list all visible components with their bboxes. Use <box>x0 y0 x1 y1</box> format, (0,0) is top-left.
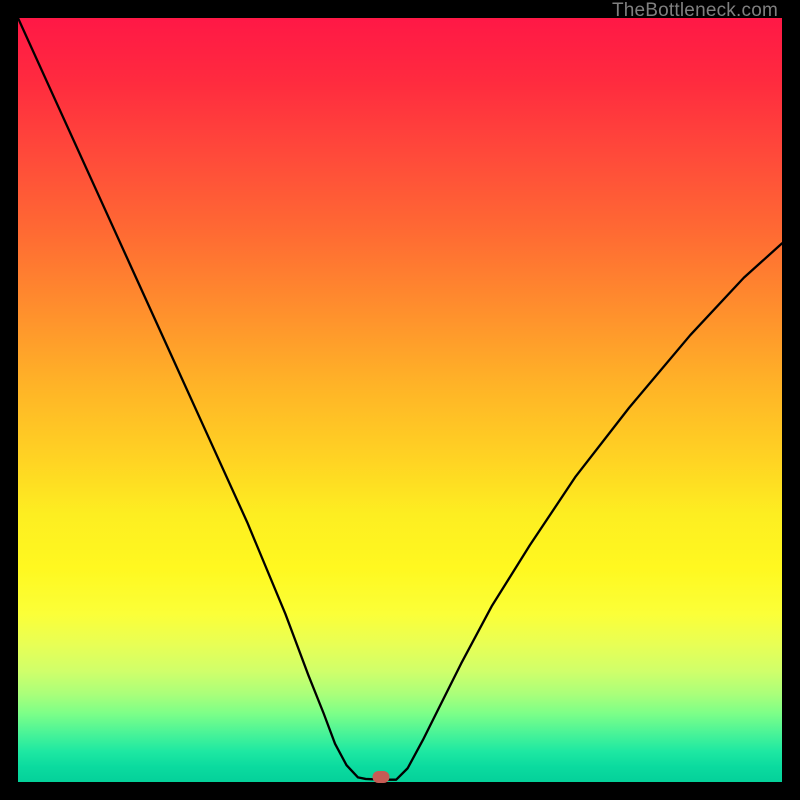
plot-area <box>18 18 782 782</box>
bottleneck-curve <box>18 18 782 782</box>
bottleneck-marker <box>372 771 389 783</box>
watermark-text: TheBottleneck.com <box>612 0 778 22</box>
chart-frame: TheBottleneck.com <box>0 0 800 800</box>
